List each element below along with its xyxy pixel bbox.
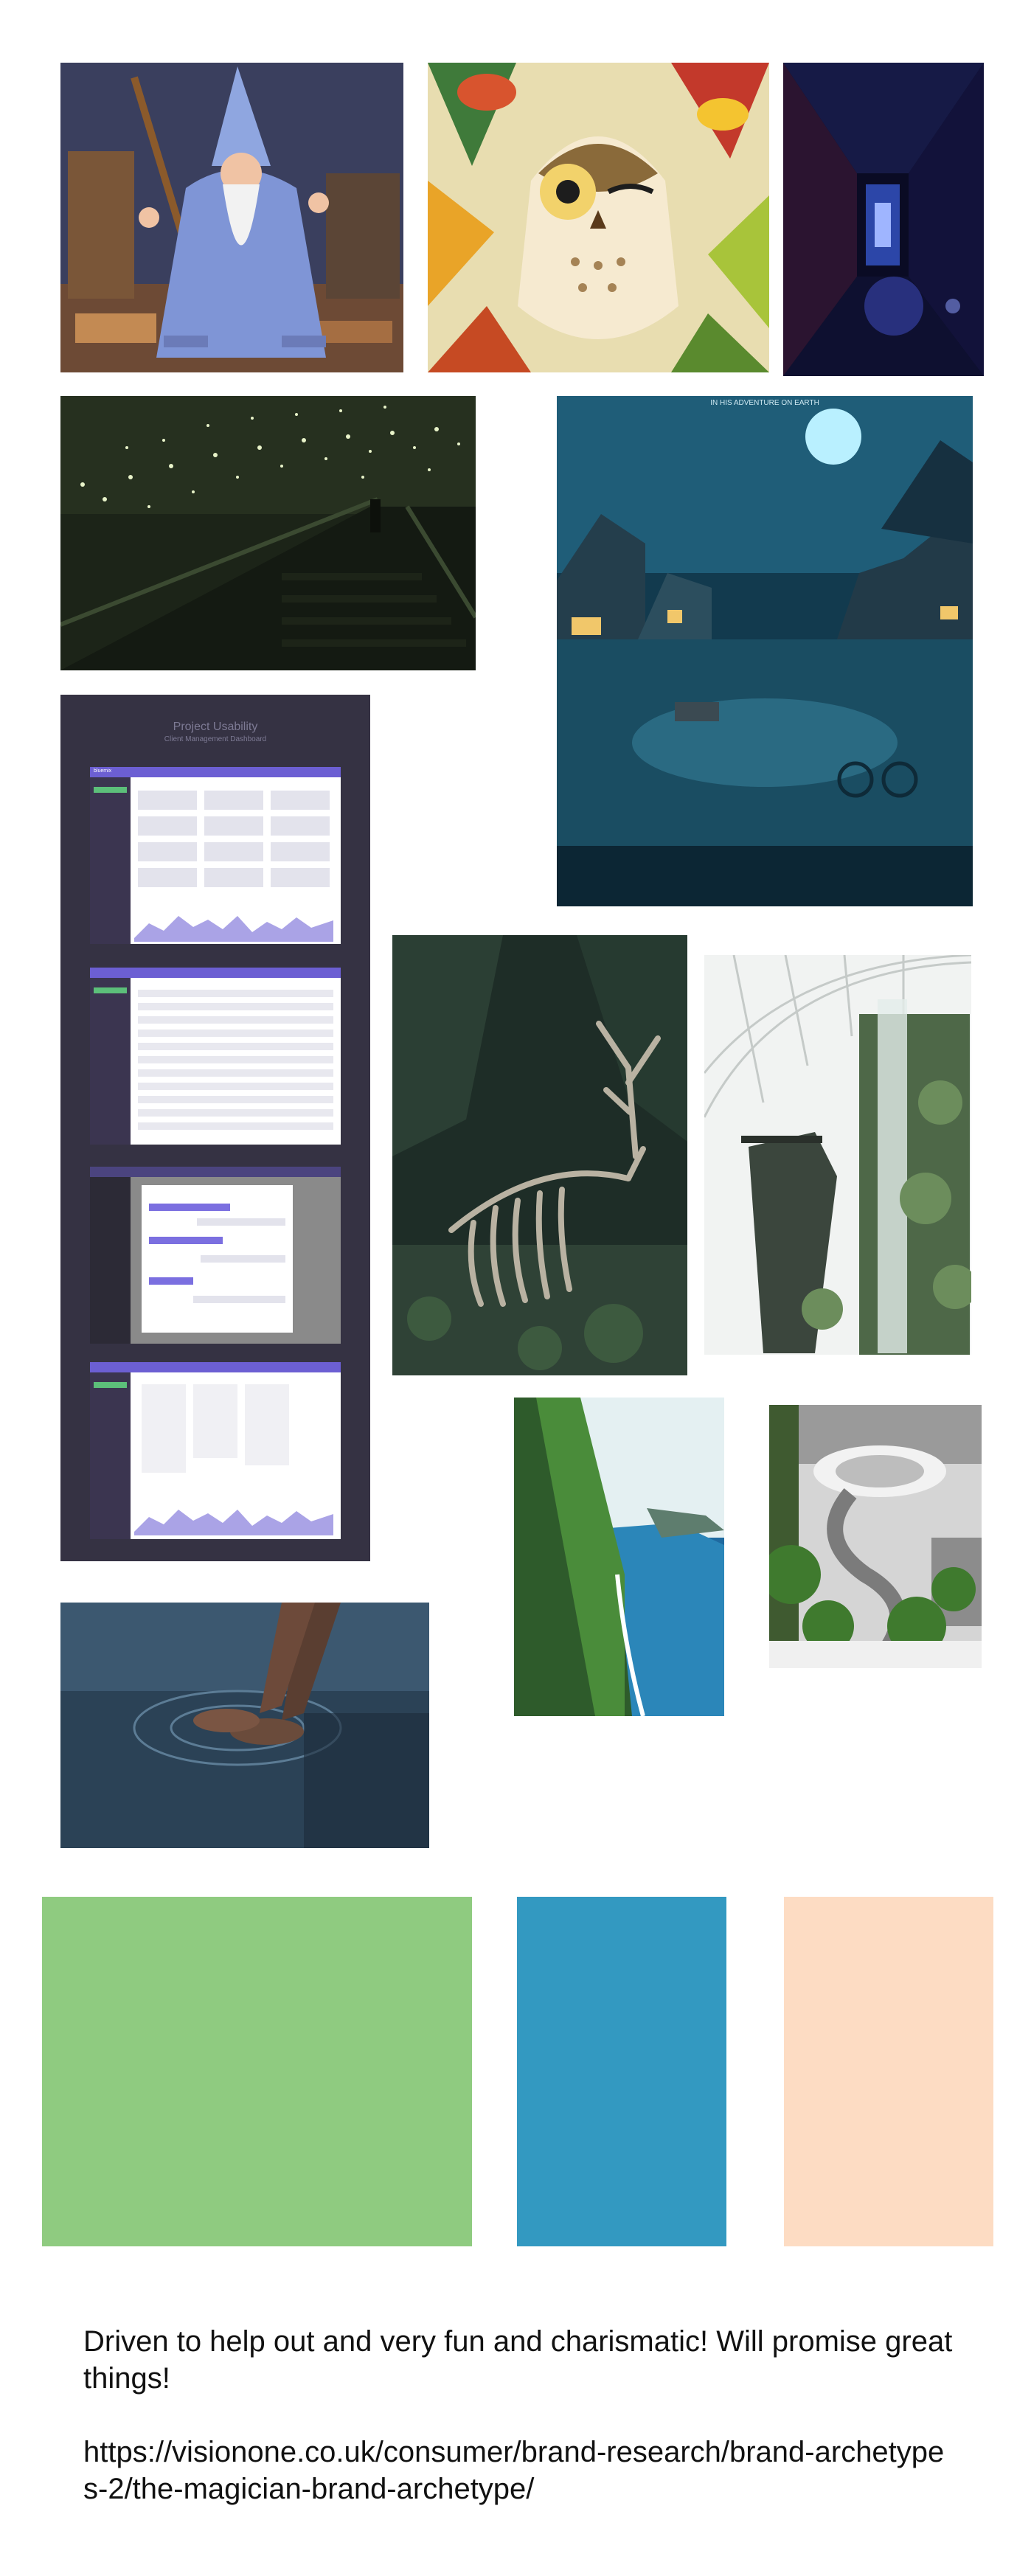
owl-illustration-icon: [428, 63, 769, 372]
spiral-staircase-ruins-photo-icon: [769, 1405, 982, 1668]
stairwell-image: [60, 396, 476, 670]
flooded-town-image: IN HIS ADVENTURE ON EARTH: [557, 396, 973, 906]
dashboard-brand: bluemix: [94, 768, 112, 774]
corridor-image: [783, 63, 984, 376]
starry-stairwell-photo-icon: [60, 396, 476, 670]
sea-cliffs-image: [514, 1398, 724, 1716]
deer-skeleton-forest-photo-icon: [392, 935, 687, 1375]
screen-1: [90, 767, 341, 944]
flooded-town-poster-icon: IN HIS ADVENTURE ON EARTH: [557, 396, 973, 906]
sea-cliffs-photo-icon: [514, 1398, 724, 1716]
hands-water-image: [60, 1603, 429, 1848]
swatch-peach: [784, 1897, 993, 2246]
dashboard-mockups-icon: [90, 767, 341, 1539]
owl-image: [428, 63, 769, 372]
swatch-blue: [517, 1897, 726, 2246]
dashboard-mockup-image: Project Usability Client Management Dash…: [60, 695, 370, 1561]
screen-4: [90, 1362, 341, 1539]
archetype-description: Driven to help out and very fun and char…: [83, 2325, 953, 2395]
greenhouse-image: [704, 955, 971, 1355]
screen-3: [90, 1167, 341, 1344]
skeleton-forest-image: [392, 935, 687, 1375]
hands-in-water-photo-icon: [60, 1603, 429, 1848]
poster-tagline: IN HIS ADVENTURE ON EARTH: [710, 399, 819, 407]
spiral-staircase-image: [769, 1405, 982, 1668]
wizard-image: [60, 63, 403, 372]
screen-2: [90, 968, 341, 1145]
swatch-green: [42, 1897, 472, 2246]
archetype-source-link[interactable]: https://visionone.co.uk/consumer/brand-r…: [83, 2434, 954, 2507]
wizard-illustration-icon: [60, 63, 403, 372]
neon-corridor-photo-icon: [783, 63, 984, 376]
greenhouse-waterfall-photo-icon: [704, 955, 971, 1355]
